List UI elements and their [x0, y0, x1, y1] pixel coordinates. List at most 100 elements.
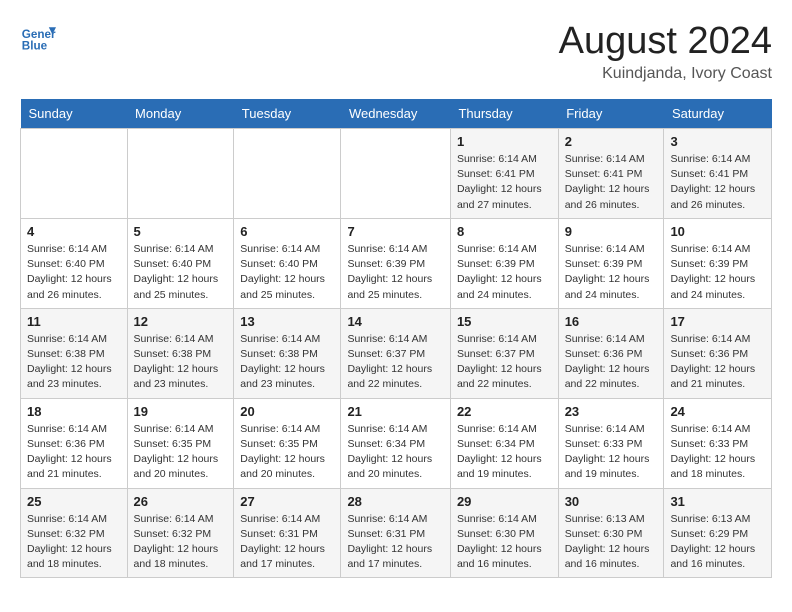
day-info: Sunrise: 6:14 AM Sunset: 6:35 PM Dayligh… — [240, 422, 334, 483]
day-of-week-header: Monday — [127, 99, 234, 129]
day-number: 19 — [134, 404, 228, 419]
calendar-week-row: 4 Sunrise: 6:14 AM Sunset: 6:40 PM Daylig… — [21, 218, 772, 308]
day-number: 27 — [240, 494, 334, 509]
calendar-cell: 3 Sunrise: 6:14 AM Sunset: 6:41 PM Daylig… — [664, 129, 772, 219]
main-title: August 2024 — [559, 20, 772, 63]
calendar-cell: 13 Sunrise: 6:14 AM Sunset: 6:38 PM Dayli… — [234, 308, 341, 398]
calendar-cell: 27 Sunrise: 6:14 AM Sunset: 6:31 PM Dayli… — [234, 488, 341, 578]
day-number: 2 — [565, 134, 658, 149]
calendar-cell: 4 Sunrise: 6:14 AM Sunset: 6:40 PM Daylig… — [21, 218, 128, 308]
day-info: Sunrise: 6:14 AM Sunset: 6:40 PM Dayligh… — [240, 242, 334, 303]
day-of-week-header: Tuesday — [234, 99, 341, 129]
day-info: Sunrise: 6:14 AM Sunset: 6:33 PM Dayligh… — [670, 422, 765, 483]
calendar-week-row: 18 Sunrise: 6:14 AM Sunset: 6:36 PM Dayli… — [21, 398, 772, 488]
day-info: Sunrise: 6:14 AM Sunset: 6:31 PM Dayligh… — [347, 512, 444, 573]
calendar-cell: 5 Sunrise: 6:14 AM Sunset: 6:40 PM Daylig… — [127, 218, 234, 308]
day-number: 22 — [457, 404, 552, 419]
day-number: 18 — [27, 404, 121, 419]
calendar-cell: 12Sunrise: 6:14 AM Sunset: 6:38 PM Dayli… — [127, 308, 234, 398]
calendar-week-row: 1 Sunrise: 6:14 AM Sunset: 6:41 PM Daylig… — [21, 129, 772, 219]
day-of-week-header: Saturday — [664, 99, 772, 129]
day-info: Sunrise: 6:14 AM Sunset: 6:38 PM Dayligh… — [27, 332, 121, 393]
day-number: 12 — [134, 314, 228, 329]
calendar-cell: 22 Sunrise: 6:14 AM Sunset: 6:34 PM Dayli… — [450, 398, 558, 488]
day-info: Sunrise: 6:14 AM Sunset: 6:37 PM Dayligh… — [347, 332, 444, 393]
day-info: Sunrise: 6:14 AM Sunset: 6:40 PM Dayligh… — [27, 242, 121, 303]
day-info: Sunrise: 6:14 AM Sunset: 6:39 PM Dayligh… — [565, 242, 658, 303]
calendar-cell — [21, 129, 128, 219]
day-info: Sunrise: 6:14 AM Sunset: 6:39 PM Dayligh… — [670, 242, 765, 303]
calendar-cell — [341, 129, 451, 219]
calendar-cell: 14 Sunrise: 6:14 AM Sunset: 6:37 PM Dayli… — [341, 308, 451, 398]
day-info: Sunrise: 6:14 AM Sunset: 6:32 PM Dayligh… — [134, 512, 228, 573]
calendar-cell: 31 Sunrise: 6:13 AM Sunset: 6:29 PM Dayli… — [664, 488, 772, 578]
calendar-cell: 24 Sunrise: 6:14 AM Sunset: 6:33 PM Dayli… — [664, 398, 772, 488]
day-number: 21 — [347, 404, 444, 419]
logo: General Blue — [20, 20, 56, 56]
calendar-cell: 11 Sunrise: 6:14 AM Sunset: 6:38 PM Dayli… — [21, 308, 128, 398]
day-number: 24 — [670, 404, 765, 419]
day-info: Sunrise: 6:14 AM Sunset: 6:41 PM Dayligh… — [670, 152, 765, 213]
day-number: 4 — [27, 224, 121, 239]
day-number: 5 — [134, 224, 228, 239]
calendar-cell: 16 Sunrise: 6:14 AM Sunset: 6:36 PM Dayli… — [558, 308, 664, 398]
day-info: Sunrise: 6:14 AM Sunset: 6:35 PM Dayligh… — [134, 422, 228, 483]
day-info: Sunrise: 6:14 AM Sunset: 6:41 PM Dayligh… — [565, 152, 658, 213]
day-number: 29 — [457, 494, 552, 509]
calendar-cell: 6 Sunrise: 6:14 AM Sunset: 6:40 PM Daylig… — [234, 218, 341, 308]
calendar-cell: 21 Sunrise: 6:14 AM Sunset: 6:34 PM Dayli… — [341, 398, 451, 488]
day-info: Sunrise: 6:14 AM Sunset: 6:39 PM Dayligh… — [347, 242, 444, 303]
day-number: 13 — [240, 314, 334, 329]
calendar-header-row: SundayMondayTuesdayWednesdayThursdayFrid… — [21, 99, 772, 129]
day-number: 11 — [27, 314, 121, 329]
calendar-cell: 18 Sunrise: 6:14 AM Sunset: 6:36 PM Dayli… — [21, 398, 128, 488]
day-number: 16 — [565, 314, 658, 329]
calendar-cell: 26Sunrise: 6:14 AM Sunset: 6:32 PM Dayli… — [127, 488, 234, 578]
day-info: Sunrise: 6:14 AM Sunset: 6:36 PM Dayligh… — [565, 332, 658, 393]
calendar-cell: 30Sunrise: 6:13 AM Sunset: 6:30 PM Dayli… — [558, 488, 664, 578]
page-header: General Blue August 2024 Kuindjanda, Ivo… — [20, 20, 772, 83]
svg-text:Blue: Blue — [22, 40, 48, 53]
calendar-cell: 19 Sunrise: 6:14 AM Sunset: 6:35 PM Dayli… — [127, 398, 234, 488]
day-info: Sunrise: 6:13 AM Sunset: 6:30 PM Dayligh… — [565, 512, 658, 573]
calendar-cell — [127, 129, 234, 219]
day-number: 6 — [240, 224, 334, 239]
day-number: 31 — [670, 494, 765, 509]
calendar-cell: 17 Sunrise: 6:14 AM Sunset: 6:36 PM Dayli… — [664, 308, 772, 398]
day-number: 8 — [457, 224, 552, 239]
calendar-week-row: 11 Sunrise: 6:14 AM Sunset: 6:38 PM Dayli… — [21, 308, 772, 398]
day-info: Sunrise: 6:14 AM Sunset: 6:39 PM Dayligh… — [457, 242, 552, 303]
day-info: Sunrise: 6:14 AM Sunset: 6:40 PM Dayligh… — [134, 242, 228, 303]
day-info: Sunrise: 6:14 AM Sunset: 6:34 PM Dayligh… — [347, 422, 444, 483]
calendar-cell: 10 Sunrise: 6:14 AM Sunset: 6:39 PM Dayli… — [664, 218, 772, 308]
day-number: 3 — [670, 134, 765, 149]
day-number: 15 — [457, 314, 552, 329]
day-number: 1 — [457, 134, 552, 149]
calendar-cell — [234, 129, 341, 219]
day-number: 23 — [565, 404, 658, 419]
day-number: 28 — [347, 494, 444, 509]
day-info: Sunrise: 6:14 AM Sunset: 6:33 PM Dayligh… — [565, 422, 658, 483]
calendar-cell: 20 Sunrise: 6:14 AM Sunset: 6:35 PM Dayli… — [234, 398, 341, 488]
calendar-cell: 7 Sunrise: 6:14 AM Sunset: 6:39 PM Daylig… — [341, 218, 451, 308]
day-info: Sunrise: 6:13 AM Sunset: 6:29 PM Dayligh… — [670, 512, 765, 573]
day-of-week-header: Wednesday — [341, 99, 451, 129]
calendar-cell: 25Sunrise: 6:14 AM Sunset: 6:32 PM Dayli… — [21, 488, 128, 578]
day-number: 9 — [565, 224, 658, 239]
day-number: 20 — [240, 404, 334, 419]
day-info: Sunrise: 6:14 AM Sunset: 6:34 PM Dayligh… — [457, 422, 552, 483]
day-info: Sunrise: 6:14 AM Sunset: 6:31 PM Dayligh… — [240, 512, 334, 573]
calendar-body: 1 Sunrise: 6:14 AM Sunset: 6:41 PM Daylig… — [21, 129, 772, 578]
day-info: Sunrise: 6:14 AM Sunset: 6:37 PM Dayligh… — [457, 332, 552, 393]
day-info: Sunrise: 6:14 AM Sunset: 6:38 PM Dayligh… — [240, 332, 334, 393]
day-info: Sunrise: 6:14 AM Sunset: 6:36 PM Dayligh… — [27, 422, 121, 483]
day-number: 17 — [670, 314, 765, 329]
day-info: Sunrise: 6:14 AM Sunset: 6:36 PM Dayligh… — [670, 332, 765, 393]
day-number: 14 — [347, 314, 444, 329]
day-info: Sunrise: 6:14 AM Sunset: 6:30 PM Dayligh… — [457, 512, 552, 573]
day-number: 10 — [670, 224, 765, 239]
calendar-cell: 8 Sunrise: 6:14 AM Sunset: 6:39 PM Daylig… — [450, 218, 558, 308]
day-of-week-header: Thursday — [450, 99, 558, 129]
day-number: 7 — [347, 224, 444, 239]
day-info: Sunrise: 6:14 AM Sunset: 6:41 PM Dayligh… — [457, 152, 552, 213]
